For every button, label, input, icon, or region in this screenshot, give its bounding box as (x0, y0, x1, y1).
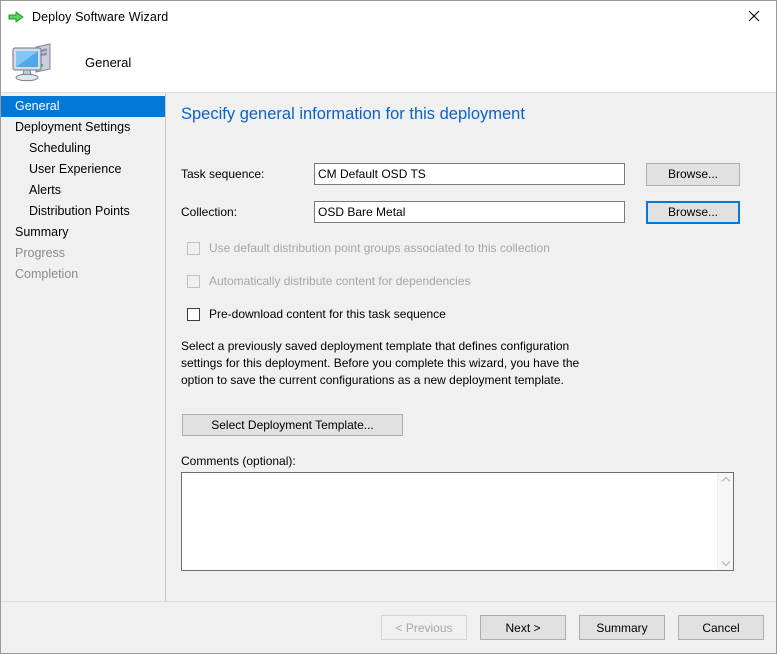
collection-row: Collection: Browse... (181, 200, 776, 224)
wizard-banner: General (1, 32, 776, 93)
sidebar-item-completion: Completion (15, 267, 79, 281)
select-deployment-template-button[interactable]: Select Deployment Template... (182, 414, 403, 436)
close-icon (748, 10, 759, 22)
sidebar-item-progress: Progress (15, 246, 66, 260)
sidebar-item-general[interactable]: General (1, 96, 165, 117)
wizard-footer: < Previous Next > Summary Cancel (1, 601, 776, 653)
comments-textarea[interactable] (182, 473, 717, 570)
computer-icon (12, 43, 51, 82)
sidebar-item-deployment-settings[interactable]: Deployment Settings (1, 117, 165, 138)
chevron-up-icon[interactable] (721, 476, 731, 483)
wizard-body: General Deployment Settings Scheduling U… (1, 93, 776, 601)
title-bar: Deploy Software Wizard (1, 1, 776, 32)
options-checkbox-group: Use default distribution point groups as… (181, 239, 776, 323)
cancel-button[interactable]: Cancel (678, 615, 764, 640)
comments-scrollbar[interactable] (717, 473, 733, 570)
green-arrow-icon (8, 11, 24, 22)
use-default-dp-groups-checkbox (187, 241, 200, 255)
collection-label: Collection: (181, 205, 238, 219)
banner-title: General (85, 54, 132, 70)
task-sequence-input[interactable] (314, 163, 625, 185)
sidebar-item-distribution-points[interactable]: Distribution Points (1, 201, 165, 222)
use-default-dp-groups-row: Use default distribution point groups as… (181, 239, 776, 257)
wizard-content-pane: Specify general information for this dep… (166, 93, 776, 601)
task-sequence-browse-button[interactable]: Browse... (646, 162, 740, 186)
previous-button: < Previous (381, 615, 467, 640)
sidebar-item-summary[interactable]: Summary (1, 222, 165, 243)
auto-distribute-content-row: Automatically distribute content for dep… (181, 272, 776, 290)
next-button[interactable]: Next > (480, 615, 566, 640)
sidebar-item-alerts[interactable]: Alerts (1, 180, 165, 201)
summary-button[interactable]: Summary (579, 615, 665, 640)
task-sequence-label: Task sequence: (181, 167, 265, 181)
collection-browse-button[interactable]: Browse... (646, 200, 740, 224)
wizard-step-sidebar: General Deployment Settings Scheduling U… (1, 93, 166, 601)
comments-label: Comments (optional): (181, 454, 296, 468)
window-title: Deploy Software Wizard (32, 9, 169, 24)
chevron-down-icon[interactable] (721, 560, 731, 567)
deployment-template-description: Select a previously saved deployment tem… (181, 339, 580, 387)
sidebar-item-user-experience[interactable]: User Experience (1, 159, 165, 180)
comments-field-container (181, 472, 734, 571)
pre-download-content-row[interactable]: Pre-download content for this task seque… (181, 305, 776, 323)
close-button[interactable] (731, 1, 776, 31)
sidebar-item-scheduling[interactable]: Scheduling (1, 138, 165, 159)
collection-input[interactable] (314, 201, 625, 223)
pre-download-content-label: Pre-download content for this task seque… (209, 307, 446, 321)
task-sequence-row: Task sequence: Browse... (181, 162, 776, 186)
use-default-dp-groups-label: Use default distribution point groups as… (209, 241, 550, 255)
page-title: Specify general information for this dep… (181, 105, 525, 123)
form-fields: Task sequence: Browse... Collection: Bro… (181, 162, 776, 224)
auto-distribute-content-checkbox (187, 274, 200, 288)
auto-distribute-content-label: Automatically distribute content for dep… (209, 274, 471, 288)
pre-download-content-checkbox[interactable] (187, 307, 200, 321)
deploy-software-wizard-window: Deploy Software Wizard General General D… (0, 0, 777, 654)
